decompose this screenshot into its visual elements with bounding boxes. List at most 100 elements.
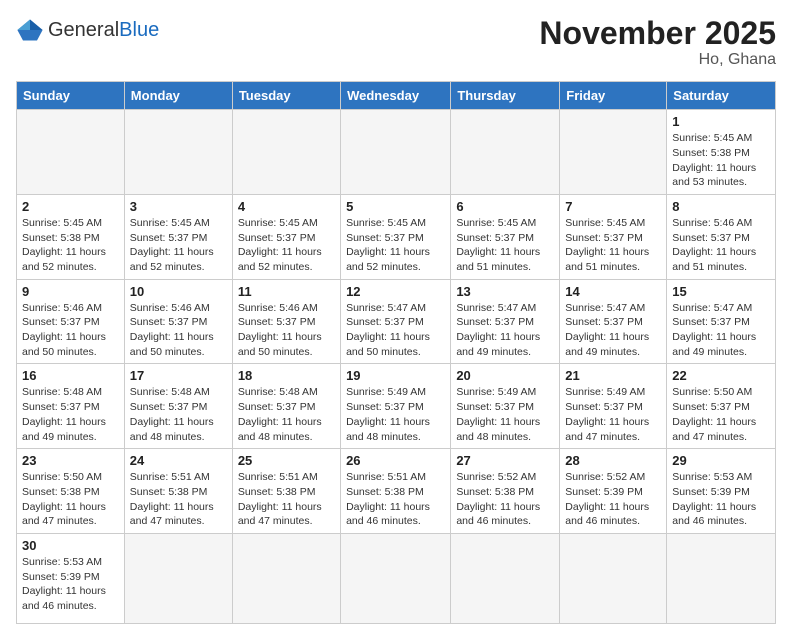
day-info: Sunrise: 5:47 AM Sunset: 5:37 PM Dayligh… xyxy=(456,301,554,360)
day-info: Sunrise: 5:49 AM Sunset: 5:37 PM Dayligh… xyxy=(456,385,554,444)
calendar-cell: 21 Sunrise: 5:49 AM Sunset: 5:37 PM Dayli… xyxy=(560,364,667,449)
day-info: Sunrise: 5:45 AM Sunset: 5:37 PM Dayligh… xyxy=(456,216,554,275)
header-day-tuesday: Tuesday xyxy=(232,82,340,110)
calendar-cell xyxy=(667,533,776,623)
day-number: 18 xyxy=(238,368,335,383)
logo-blue: Blue xyxy=(119,19,159,41)
day-info: Sunrise: 5:49 AM Sunset: 5:37 PM Dayligh… xyxy=(346,385,445,444)
day-info: Sunrise: 5:52 AM Sunset: 5:38 PM Dayligh… xyxy=(456,470,554,529)
header-day-saturday: Saturday xyxy=(667,82,776,110)
day-number: 12 xyxy=(346,284,445,299)
day-number: 27 xyxy=(456,453,554,468)
day-info: Sunrise: 5:45 AM Sunset: 5:38 PM Dayligh… xyxy=(22,216,119,275)
day-info: Sunrise: 5:51 AM Sunset: 5:38 PM Dayligh… xyxy=(130,470,227,529)
calendar-cell: 2 Sunrise: 5:45 AM Sunset: 5:38 PM Daylig… xyxy=(17,194,125,279)
day-info: Sunrise: 5:50 AM Sunset: 5:37 PM Dayligh… xyxy=(672,385,770,444)
day-info: Sunrise: 5:45 AM Sunset: 5:37 PM Dayligh… xyxy=(346,216,445,275)
day-number: 19 xyxy=(346,368,445,383)
page-header: GeneralBlue November 2025 Ho, Ghana xyxy=(16,16,776,69)
day-number: 15 xyxy=(672,284,770,299)
day-number: 23 xyxy=(22,453,119,468)
day-info: Sunrise: 5:45 AM Sunset: 5:38 PM Dayligh… xyxy=(672,131,770,190)
calendar-cell xyxy=(124,533,232,623)
day-info: Sunrise: 5:52 AM Sunset: 5:39 PM Dayligh… xyxy=(565,470,661,529)
day-number: 22 xyxy=(672,368,770,383)
location: Ho, Ghana xyxy=(539,51,776,69)
day-number: 11 xyxy=(238,284,335,299)
day-number: 17 xyxy=(130,368,227,383)
logo-general: General xyxy=(48,19,119,41)
day-info: Sunrise: 5:46 AM Sunset: 5:37 PM Dayligh… xyxy=(238,301,335,360)
day-info: Sunrise: 5:48 AM Sunset: 5:37 PM Dayligh… xyxy=(22,385,119,444)
day-info: Sunrise: 5:46 AM Sunset: 5:37 PM Dayligh… xyxy=(130,301,227,360)
calendar-cell: 26Sunrise: 5:51 AM Sunset: 5:38 PM Dayli… xyxy=(341,449,451,534)
calendar-cell: 29Sunrise: 5:53 AM Sunset: 5:39 PM Dayli… xyxy=(667,449,776,534)
calendar-cell: 6Sunrise: 5:45 AM Sunset: 5:37 PM Daylig… xyxy=(451,194,560,279)
header-row: SundayMondayTuesdayWednesdayThursdayFrid… xyxy=(17,82,776,110)
day-number: 25 xyxy=(238,453,335,468)
calendar-cell: 11 Sunrise: 5:46 AM Sunset: 5:37 PM Dayli… xyxy=(232,279,340,364)
week-row-2: 2 Sunrise: 5:45 AM Sunset: 5:38 PM Daylig… xyxy=(17,194,776,279)
day-info: Sunrise: 5:53 AM Sunset: 5:39 PM Dayligh… xyxy=(22,555,119,614)
week-row-1: 1 Sunrise: 5:45 AM Sunset: 5:38 PM Daylig… xyxy=(17,110,776,195)
calendar-cell: 24Sunrise: 5:51 AM Sunset: 5:38 PM Dayli… xyxy=(124,449,232,534)
calendar-cell: 9Sunrise: 5:46 AM Sunset: 5:37 PM Daylig… xyxy=(17,279,125,364)
calendar-cell: 28 Sunrise: 5:52 AM Sunset: 5:39 PM Dayli… xyxy=(560,449,667,534)
calendar-cell xyxy=(451,110,560,195)
day-number: 21 xyxy=(565,368,661,383)
day-info: Sunrise: 5:45 AM Sunset: 5:37 PM Dayligh… xyxy=(130,216,227,275)
day-number: 5 xyxy=(346,199,445,214)
day-number: 13 xyxy=(456,284,554,299)
calendar-cell xyxy=(232,110,340,195)
calendar-cell xyxy=(341,110,451,195)
calendar-cell: 3 Sunrise: 5:45 AM Sunset: 5:37 PM Daylig… xyxy=(124,194,232,279)
day-info: Sunrise: 5:45 AM Sunset: 5:37 PM Dayligh… xyxy=(238,216,335,275)
header-day-friday: Friday xyxy=(560,82,667,110)
header-day-monday: Monday xyxy=(124,82,232,110)
calendar-cell: 12 Sunrise: 5:47 AM Sunset: 5:37 PM Dayli… xyxy=(341,279,451,364)
day-info: Sunrise: 5:48 AM Sunset: 5:37 PM Dayligh… xyxy=(238,385,335,444)
day-number: 2 xyxy=(22,199,119,214)
week-row-3: 9Sunrise: 5:46 AM Sunset: 5:37 PM Daylig… xyxy=(17,279,776,364)
day-info: Sunrise: 5:47 AM Sunset: 5:37 PM Dayligh… xyxy=(346,301,445,360)
day-info: Sunrise: 5:45 AM Sunset: 5:37 PM Dayligh… xyxy=(565,216,661,275)
calendar-cell xyxy=(560,110,667,195)
calendar-cell: 10Sunrise: 5:46 AM Sunset: 5:37 PM Dayli… xyxy=(124,279,232,364)
calendar-cell xyxy=(560,533,667,623)
calendar-cell: 5 Sunrise: 5:45 AM Sunset: 5:37 PM Daylig… xyxy=(341,194,451,279)
day-number: 28 xyxy=(565,453,661,468)
day-info: Sunrise: 5:51 AM Sunset: 5:38 PM Dayligh… xyxy=(346,470,445,529)
calendar-cell xyxy=(124,110,232,195)
calendar-cell: 20 Sunrise: 5:49 AM Sunset: 5:37 PM Dayli… xyxy=(451,364,560,449)
day-info: Sunrise: 5:46 AM Sunset: 5:37 PM Dayligh… xyxy=(672,216,770,275)
title-block: November 2025 Ho, Ghana xyxy=(539,16,776,69)
calendar-cell: 7Sunrise: 5:45 AM Sunset: 5:37 PM Daylig… xyxy=(560,194,667,279)
calendar-cell: 19 Sunrise: 5:49 AM Sunset: 5:37 PM Dayli… xyxy=(341,364,451,449)
header-day-sunday: Sunday xyxy=(17,82,125,110)
month-title: November 2025 xyxy=(539,16,776,51)
calendar-cell xyxy=(232,533,340,623)
calendar-cell: 8Sunrise: 5:46 AM Sunset: 5:37 PM Daylig… xyxy=(667,194,776,279)
day-number: 4 xyxy=(238,199,335,214)
day-number: 16 xyxy=(22,368,119,383)
day-info: Sunrise: 5:46 AM Sunset: 5:37 PM Dayligh… xyxy=(22,301,119,360)
day-number: 30 xyxy=(22,538,119,553)
logo-icon xyxy=(16,16,44,44)
day-number: 29 xyxy=(672,453,770,468)
calendar-cell xyxy=(451,533,560,623)
calendar-cell: 23 Sunrise: 5:50 AM Sunset: 5:38 PM Dayli… xyxy=(17,449,125,534)
day-info: Sunrise: 5:49 AM Sunset: 5:37 PM Dayligh… xyxy=(565,385,661,444)
day-number: 3 xyxy=(130,199,227,214)
calendar-cell: 17Sunrise: 5:48 AM Sunset: 5:37 PM Dayli… xyxy=(124,364,232,449)
header-day-wednesday: Wednesday xyxy=(341,82,451,110)
day-info: Sunrise: 5:47 AM Sunset: 5:37 PM Dayligh… xyxy=(565,301,661,360)
calendar-cell: 1 Sunrise: 5:45 AM Sunset: 5:38 PM Daylig… xyxy=(667,110,776,195)
calendar-table: SundayMondayTuesdayWednesdayThursdayFrid… xyxy=(16,81,776,624)
logo-text: GeneralBlue xyxy=(48,19,159,42)
day-info: Sunrise: 5:50 AM Sunset: 5:38 PM Dayligh… xyxy=(22,470,119,529)
day-number: 20 xyxy=(456,368,554,383)
week-row-4: 16 Sunrise: 5:48 AM Sunset: 5:37 PM Dayli… xyxy=(17,364,776,449)
calendar-cell: 18 Sunrise: 5:48 AM Sunset: 5:37 PM Dayli… xyxy=(232,364,340,449)
day-info: Sunrise: 5:47 AM Sunset: 5:37 PM Dayligh… xyxy=(672,301,770,360)
day-number: 1 xyxy=(672,114,770,129)
